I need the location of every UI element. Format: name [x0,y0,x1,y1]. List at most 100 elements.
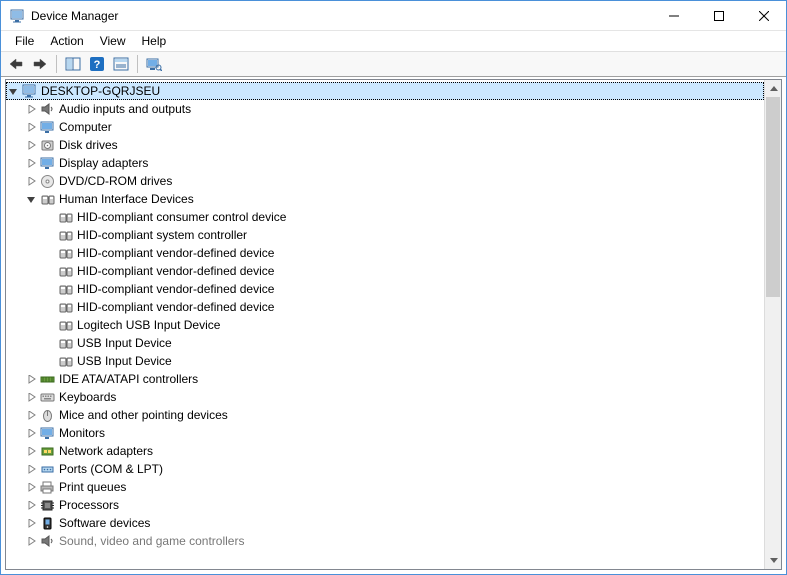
tree-category[interactable]: Monitors [6,424,764,442]
expand-icon[interactable] [24,372,38,386]
tree-root[interactable]: DESKTOP-GQRJSEU [6,82,764,100]
back-button[interactable] [5,53,27,75]
expand-icon[interactable] [24,138,38,152]
toolbar-separator [137,55,138,73]
expand-icon[interactable] [24,426,38,440]
menu-file[interactable]: File [7,33,42,49]
scan-hardware-button[interactable] [143,53,165,75]
tree-category[interactable]: Audio inputs and outputs [6,100,764,118]
hid-icon [57,245,73,261]
menu-action[interactable]: Action [42,33,91,49]
tree-node-label: Logitech USB Input Device [77,318,226,332]
tree-device[interactable]: HID-compliant vendor-defined device [6,298,764,316]
port-icon [39,461,55,477]
tree-node-label: HID-compliant vendor-defined device [77,300,280,314]
tree-category[interactable]: Display adapters [6,154,764,172]
tree-category[interactable]: Network adapters [6,442,764,460]
tree-category[interactable]: Print queues [6,478,764,496]
expand-icon[interactable] [24,174,38,188]
toolbar-separator [56,55,57,73]
software-icon [39,515,55,531]
monitor-icon [39,425,55,441]
tree-node-label: Monitors [59,426,111,440]
disk-icon [39,137,55,153]
tree-category[interactable]: Ports (COM & LPT) [6,460,764,478]
tree-category[interactable]: Computer [6,118,764,136]
tree-device[interactable]: HID-compliant vendor-defined device [6,244,764,262]
expand-icon[interactable] [24,534,38,548]
hid-icon [57,299,73,315]
hid-icon [57,263,73,279]
menu-help[interactable]: Help [134,33,175,49]
tree-node-label: USB Input Device [77,336,178,350]
forward-button[interactable] [29,53,51,75]
svg-text:?: ? [94,59,101,71]
tree-node-label: USB Input Device [77,354,178,368]
tree-node-label: DVD/CD-ROM drives [59,174,178,188]
hid-icon [57,335,73,351]
tree-device[interactable]: HID-compliant vendor-defined device [6,280,764,298]
tree-node-label: Display adapters [59,156,154,170]
maximize-button[interactable] [696,1,741,31]
monitor-icon [39,155,55,171]
expand-icon[interactable] [24,120,38,134]
scroll-up-arrow[interactable] [765,80,782,97]
tree-node-label: HID-compliant system controller [77,228,253,242]
tree-node-label: IDE ATA/ATAPI controllers [59,372,204,386]
show-hide-console-tree-button[interactable] [62,53,84,75]
app-icon [9,8,25,24]
hid-icon [57,317,73,333]
scroll-thumb[interactable] [766,97,780,297]
expand-icon[interactable] [24,102,38,116]
tree-node-label: Network adapters [59,444,159,458]
tree-node-label: Human Interface Devices [59,192,200,206]
collapse-icon[interactable] [24,192,38,206]
minimize-button[interactable] [651,1,696,31]
hid-icon [57,227,73,243]
expand-icon[interactable] [24,444,38,458]
tree-device[interactable]: USB Input Device [6,334,764,352]
vertical-scrollbar[interactable] [764,80,781,569]
tree-device[interactable]: HID-compliant system controller [6,226,764,244]
speaker-icon [39,101,55,117]
hid-icon [57,353,73,369]
tree-category[interactable]: Keyboards [6,388,764,406]
device-tree[interactable]: DESKTOP-GQRJSEU Audio inputs and outputs C… [6,80,764,569]
close-button[interactable] [741,1,786,31]
expand-icon[interactable] [24,156,38,170]
tree-category[interactable]: Disk drives [6,136,764,154]
expand-icon[interactable] [24,498,38,512]
expand-icon[interactable] [24,480,38,494]
tree-node-label: Processors [59,498,125,512]
tree-device[interactable]: USB Input Device [6,352,764,370]
tree-device[interactable]: HID-compliant vendor-defined device [6,262,764,280]
tree-device[interactable]: Logitech USB Input Device [6,316,764,334]
keyboard-icon [39,389,55,405]
menu-bar: File Action View Help [1,31,786,51]
tree-category[interactable]: Mice and other pointing devices [6,406,764,424]
expand-icon[interactable] [24,462,38,476]
tree-node-label: HID-compliant vendor-defined device [77,246,280,260]
help-button[interactable]: ? [86,53,108,75]
collapse-icon[interactable] [6,84,20,98]
tree-node-label: HID-compliant vendor-defined device [77,264,280,278]
tree-category[interactable]: Software devices [6,514,764,532]
expand-icon[interactable] [24,408,38,422]
toolbar: ? [1,51,786,77]
tree-device[interactable]: HID-compliant consumer control device [6,208,764,226]
scroll-down-arrow[interactable] [765,552,782,569]
menu-view[interactable]: View [92,33,134,49]
tree-category[interactable]: Human Interface Devices [6,190,764,208]
tree-category[interactable]: DVD/CD-ROM drives [6,172,764,190]
tree-node-label: Print queues [59,480,132,494]
properties-button[interactable] [110,53,132,75]
tree-category[interactable]: Sound, video and game controllers [6,532,764,550]
mouse-icon [39,407,55,423]
tree-node-label: Audio inputs and outputs [59,102,197,116]
tree-node-label: Sound, video and game controllers [59,534,250,548]
tree-node-label: Disk drives [59,138,124,152]
tree-category[interactable]: IDE ATA/ATAPI controllers [6,370,764,388]
tree-category[interactable]: Processors [6,496,764,514]
expand-icon[interactable] [24,390,38,404]
expand-icon[interactable] [24,516,38,530]
